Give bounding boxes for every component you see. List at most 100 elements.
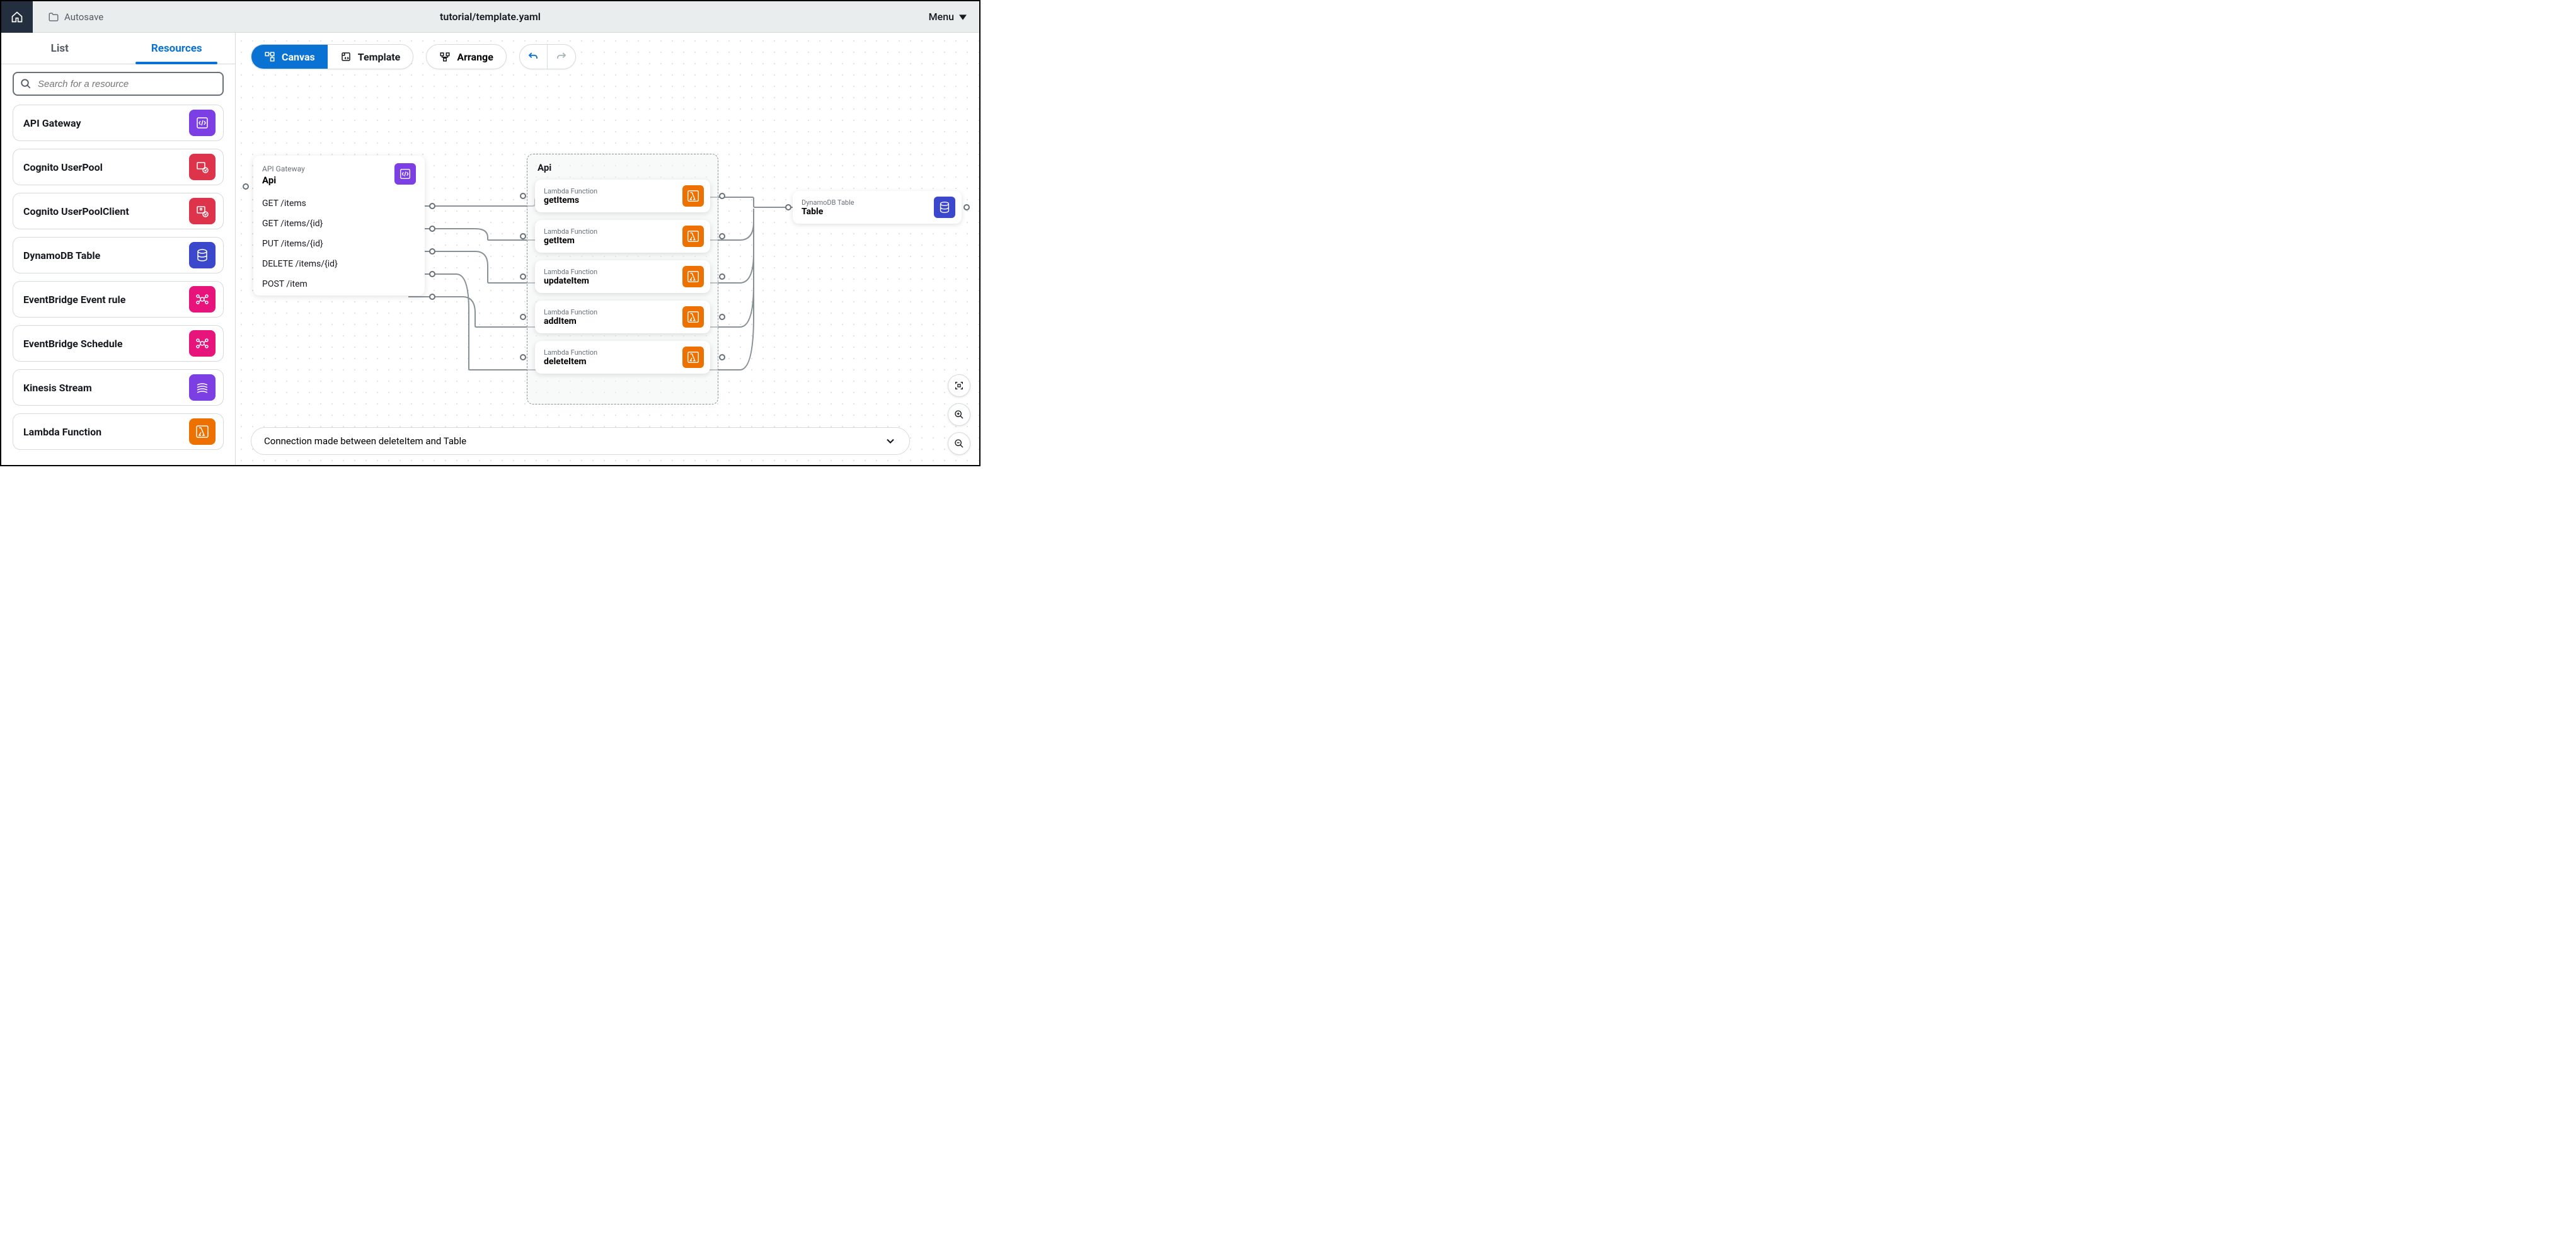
dynamodb-table-icon: [189, 242, 216, 268]
node-dynamodb-table[interactable]: DynamoDB TableTable: [793, 191, 962, 224]
home-button[interactable]: [1, 1, 33, 33]
port-in[interactable]: [520, 273, 526, 280]
lambda-icon: [682, 347, 704, 368]
tab-resources[interactable]: Resources: [118, 33, 236, 64]
api-gateway-icon: [394, 163, 416, 185]
undo-button[interactable]: [520, 45, 548, 69]
node-type: DynamoDB Table: [802, 198, 854, 207]
api-route[interactable]: POST /item: [262, 279, 416, 289]
arrange-icon: [439, 51, 451, 62]
zoom-controls: [948, 374, 970, 455]
canvas-icon: [264, 51, 275, 62]
lambda-function-icon: [189, 418, 216, 445]
node-api-gateway[interactable]: API Gateway Api GET /items GET /items/{i…: [253, 156, 425, 296]
resource-cognito-userpool[interactable]: Cognito UserPool: [13, 149, 224, 185]
undo-icon: [527, 51, 539, 62]
search-icon: [20, 78, 32, 89]
port-out-0[interactable]: [429, 203, 435, 209]
zoom-fit-icon: [954, 381, 964, 391]
eventbridge-rule-icon: [189, 286, 216, 313]
resource-kinesis-stream[interactable]: Kinesis Stream: [13, 369, 224, 406]
node-lambda-deleteitem[interactable]: Lambda FunctiondeleteItem: [535, 341, 710, 374]
node-type: Lambda Function: [544, 268, 597, 276]
node-lambda-getitems[interactable]: Lambda FunctiongetItems: [535, 180, 710, 212]
template-view-button[interactable]: Template: [328, 45, 413, 69]
resource-dynamodb-table[interactable]: DynamoDB Table: [13, 237, 224, 273]
port-in[interactable]: [520, 314, 526, 320]
zoom-out-icon: [954, 439, 964, 449]
port-out-1[interactable]: [429, 226, 435, 232]
zoom-in-icon: [954, 410, 964, 420]
node-type: API Gateway: [262, 164, 416, 173]
redo-button[interactable]: [548, 45, 575, 69]
resource-cognito-userpoolclient[interactable]: Cognito UserPoolClient: [13, 193, 224, 229]
port-out[interactable]: [719, 354, 725, 360]
lambda-icon: [682, 266, 704, 287]
resource-label: DynamoDB Table: [23, 250, 100, 261]
node-name: getItem: [544, 236, 597, 246]
node-lambda-getitem[interactable]: Lambda FunctiongetItem: [535, 220, 710, 253]
resource-list: API Gateway Cognito UserPool Cognito Use…: [1, 101, 235, 465]
canvas-view-button[interactable]: Canvas: [251, 45, 328, 69]
tab-list[interactable]: List: [1, 33, 118, 64]
node-type: Lambda Function: [544, 308, 597, 316]
lambda-icon: [682, 185, 704, 207]
resource-lambda-function[interactable]: Lambda Function: [13, 413, 224, 450]
port-in[interactable]: [520, 193, 526, 199]
group-api[interactable]: Api Lambda FunctiongetItems Lambda Funct…: [527, 154, 718, 405]
port-in[interactable]: [243, 183, 249, 190]
port-out-2[interactable]: [429, 248, 435, 255]
canvas-toolbar: Canvas Template Arrange: [251, 44, 576, 69]
port-out-3[interactable]: [429, 271, 435, 277]
zoom-fit-button[interactable]: [948, 374, 970, 397]
autosave-label: Autosave: [64, 11, 103, 23]
zoom-in-button[interactable]: [948, 403, 970, 426]
node-name: deleteItem: [544, 357, 597, 367]
resource-eventbridge-schedule[interactable]: EventBridge Schedule: [13, 325, 224, 362]
port-out[interactable]: [719, 233, 725, 239]
resource-eventbridge-rule[interactable]: EventBridge Event rule: [13, 281, 224, 318]
template-icon: [340, 51, 352, 62]
undo-redo-group: [519, 44, 576, 69]
port-out-4[interactable]: [429, 294, 435, 300]
resource-label: Lambda Function: [23, 426, 101, 438]
port-in[interactable]: [785, 204, 791, 210]
port-out[interactable]: [719, 273, 725, 280]
api-route[interactable]: PUT /items/{id}: [262, 239, 416, 249]
port-out[interactable]: [963, 204, 970, 210]
search-input[interactable]: [38, 79, 216, 89]
resource-api-gateway[interactable]: API Gateway: [13, 105, 224, 141]
triangle-down-icon: [959, 13, 967, 21]
node-lambda-updateitem[interactable]: Lambda FunctionupdateItem: [535, 260, 710, 293]
resource-label: API Gateway: [23, 117, 81, 129]
node-type: Lambda Function: [544, 348, 597, 357]
api-route[interactable]: DELETE /items/{id}: [262, 259, 416, 269]
arrange-button[interactable]: Arrange: [426, 44, 507, 69]
autosave-indicator: Autosave: [33, 11, 103, 23]
resource-label: Kinesis Stream: [23, 382, 92, 394]
menu-button[interactable]: Menu: [929, 11, 967, 23]
search-input-wrapper[interactable]: [13, 72, 224, 96]
home-icon: [11, 11, 23, 23]
api-route[interactable]: GET /items/{id}: [262, 219, 416, 229]
node-type: Lambda Function: [544, 227, 597, 236]
zoom-out-button[interactable]: [948, 432, 970, 455]
top-bar: Autosave tutorial/template.yaml Menu: [1, 1, 979, 33]
api-route[interactable]: GET /items: [262, 198, 416, 209]
kinesis-stream-icon: [189, 374, 216, 401]
lambda-icon: [682, 306, 704, 328]
port-out[interactable]: [719, 314, 725, 320]
status-bar[interactable]: Connection made between deleteItem and T…: [251, 427, 910, 455]
group-title: Api: [538, 162, 710, 173]
port-out[interactable]: [719, 193, 725, 199]
status-message: Connection made between deleteItem and T…: [264, 435, 466, 447]
port-in[interactable]: [520, 354, 526, 360]
diagram-surface[interactable]: API Gateway Api GET /items GET /items/{i…: [236, 33, 979, 465]
resource-label: EventBridge Event rule: [23, 294, 125, 306]
redo-icon: [556, 51, 567, 62]
node-lambda-additem[interactable]: Lambda FunctionaddItem: [535, 301, 710, 333]
node-name: getItems: [544, 195, 597, 205]
canvas-area[interactable]: Canvas Template Arrange: [236, 33, 979, 465]
resource-sidebar: List Resources API Gateway Cognito UserP…: [1, 33, 236, 465]
port-in[interactable]: [520, 233, 526, 239]
